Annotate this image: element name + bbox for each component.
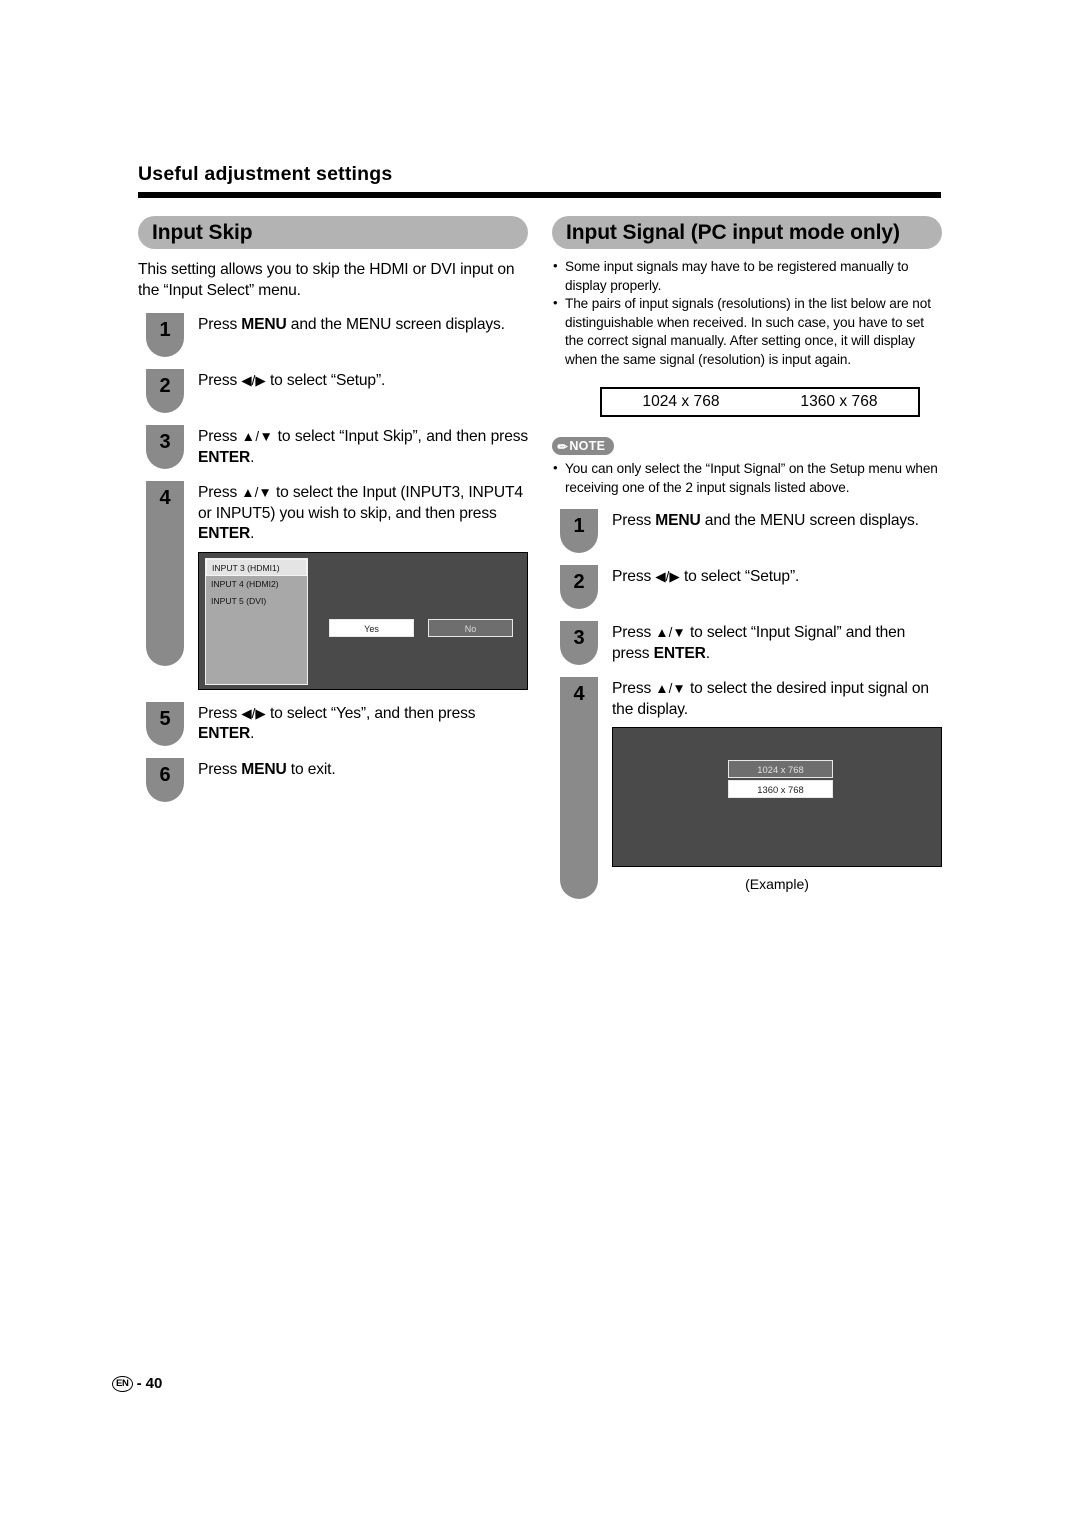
step-text: Press ◀/▶ to select “Setup”. (198, 372, 386, 389)
bullet-item: You can only select the “Input Signal” o… (552, 459, 942, 497)
resolution-cell: 1360 x 768 (800, 393, 878, 410)
right-column: Input Signal (PC input mode only) Some i… (552, 216, 942, 899)
osd-list-item[interactable]: INPUT 4 (HDMI2) (206, 576, 307, 593)
page-footer: EN - 40 (112, 1375, 162, 1392)
note-bullets: You can only select the “Input Signal” o… (552, 459, 942, 497)
step-badge: 1 (560, 509, 598, 553)
step-text: Press MENU to exit. (198, 760, 336, 778)
step-6: 6 Press MENU to exit. (138, 757, 528, 802)
step-4: 4 Press ▲/▼ to select the Input (INPUT3,… (138, 481, 528, 690)
left-column: Input Skip This setting allows you to sk… (138, 216, 528, 802)
resolution-pair-table: 1024 x 768 1360 x 768 (600, 387, 920, 417)
step-badge: 2 (560, 565, 598, 609)
osd-list-item[interactable]: INPUT 3 (HDMI1) (206, 558, 307, 576)
step-text: Press MENU and the MENU screen displays. (198, 316, 505, 333)
osd-signal-options: 1024 x 768 1360 x 768 (728, 760, 833, 800)
step-5: 5 Press ◀/▶ to select “Yes”, and then pr… (138, 701, 528, 746)
input-signal-bullets: Some input signals may have to be regist… (552, 257, 942, 369)
step-4: 4 Press ▲/▼ to select the desired input … (552, 677, 942, 899)
step-1: 1 Press MENU and the MENU screen display… (552, 509, 942, 553)
section-header-input-signal: Input Signal (PC input mode only) (552, 216, 942, 249)
osd-input-list: INPUT 3 (HDMI1) INPUT 4 (HDMI2) INPUT 5 … (205, 557, 308, 685)
step-3: 3 Press ▲/▼ to select “Input Skip”, and … (138, 425, 528, 469)
osd-signal-option[interactable]: 1024 x 768 (728, 760, 833, 778)
osd-input-skip-illustration: INPUT 3 (HDMI1) INPUT 4 (HDMI2) INPUT 5 … (198, 551, 528, 690)
note-badge: ✎NOTE (552, 437, 615, 455)
osd-yes-button[interactable]: Yes (329, 618, 414, 637)
step-text: Press MENU and the MENU screen displays. (612, 512, 919, 529)
osd-no-button[interactable]: No (428, 618, 513, 637)
bullet-item: The pairs of input signals (resolutions)… (552, 294, 942, 369)
header-rule (138, 192, 941, 198)
step-text: Press ▲/▼ to select the Input (INPUT3, I… (198, 484, 523, 542)
bullet-item: Some input signals may have to be regist… (552, 257, 942, 295)
osd-list-item[interactable]: INPUT 5 (DVI) (206, 593, 307, 610)
step-3: 3 Press ▲/▼ to select “Input Signal” and… (552, 621, 942, 665)
step-text: Press ◀/▶ to select “Yes”, and then pres… (198, 704, 476, 743)
step-text: Press ▲/▼ to select the desired input si… (612, 680, 929, 718)
manual-page: Useful adjustment settings Input Skip Th… (0, 0, 1080, 1527)
intro-paragraph: This setting allows you to skip the HDMI… (138, 261, 515, 299)
step-badge: 3 (146, 425, 184, 469)
step-badge: 4 (146, 481, 184, 666)
running-head: Useful adjustment settings (138, 163, 393, 185)
step-badge: 6 (146, 757, 184, 802)
step-badge: 4 (560, 677, 598, 899)
step-badge: 5 (146, 701, 184, 746)
step-2: 2 Press ◀/▶ to select “Setup”. (552, 565, 942, 609)
step-text: Press ◀/▶ to select “Setup”. (612, 568, 800, 585)
step-1: 1 Press MENU and the MENU screen display… (138, 313, 528, 357)
osd-signal-option[interactable]: 1360 x 768 (728, 780, 833, 798)
page-number: 40 (145, 1375, 163, 1392)
section-header-input-skip: Input Skip (138, 216, 528, 249)
note-label: NOTE (569, 439, 606, 453)
example-caption: (Example) (745, 876, 809, 892)
step-text: Press ▲/▼ to select “Input Signal” and t… (612, 624, 906, 662)
osd-input-signal-illustration: 1024 x 768 1360 x 768 (612, 727, 942, 867)
step-badge: 2 (146, 369, 184, 413)
step-2: 2 Press ◀/▶ to select “Setup”. (138, 369, 528, 413)
step-badge: 3 (560, 621, 598, 665)
step-badge: 1 (146, 313, 184, 357)
osd-confirm-buttons: Yes No (329, 618, 519, 637)
language-badge: EN (112, 1375, 133, 1392)
step-text: Press ▲/▼ to select “Input Skip”, and th… (198, 428, 529, 466)
resolution-cell: 1024 x 768 (642, 393, 720, 410)
footer-separator: - (136, 1375, 142, 1392)
